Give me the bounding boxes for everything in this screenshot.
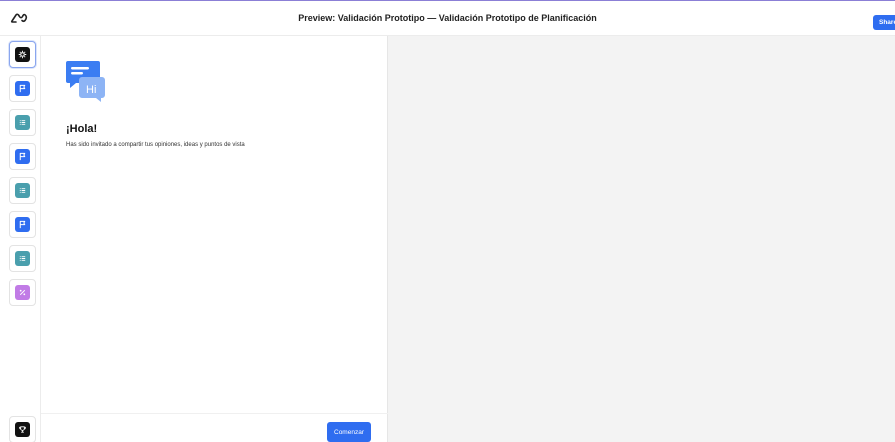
percent-icon: [15, 285, 30, 300]
invitation-message: Has sido invitado a compartir tus opinio…: [66, 142, 245, 148]
welcome-panel: Hi ¡Hola! Has sido invitado a compartir …: [41, 36, 388, 442]
greeting-heading: ¡Hola!: [66, 123, 98, 135]
settings-icon: [15, 47, 30, 62]
chat-bubbles-icon: Hi: [66, 60, 106, 102]
share-button[interactable]: Share: [873, 15, 895, 30]
list-icon: [15, 183, 30, 198]
rail-item-list-3[interactable]: [9, 245, 36, 272]
rail-item-list-2[interactable]: [9, 177, 36, 204]
rail-item-flag-1[interactable]: [9, 75, 36, 102]
footer-divider: [41, 413, 388, 414]
top-bar: Preview: Validación Prototipo — Validaci…: [0, 0, 895, 36]
question-sidebar: [0, 36, 41, 442]
rail-item-flag-2[interactable]: [9, 143, 36, 170]
preview-canvas: [388, 36, 895, 442]
rail-item-list-1[interactable]: [9, 109, 36, 136]
flag-icon: [15, 149, 30, 164]
list-icon: [15, 251, 30, 266]
list-icon: [15, 115, 30, 130]
rail-item-trophy[interactable]: [9, 416, 36, 442]
rail-item-flag-3[interactable]: [9, 211, 36, 238]
trophy-icon: [15, 422, 30, 437]
rail-item-percent[interactable]: [9, 279, 36, 306]
flag-icon: [15, 81, 30, 96]
page-title: Preview: Validación Prototipo — Validaci…: [298, 13, 597, 23]
rail-item-settings[interactable]: [9, 41, 36, 68]
hi-badge-text: Hi: [86, 84, 96, 96]
flag-icon: [15, 217, 30, 232]
start-button[interactable]: Comenzar: [327, 422, 371, 442]
